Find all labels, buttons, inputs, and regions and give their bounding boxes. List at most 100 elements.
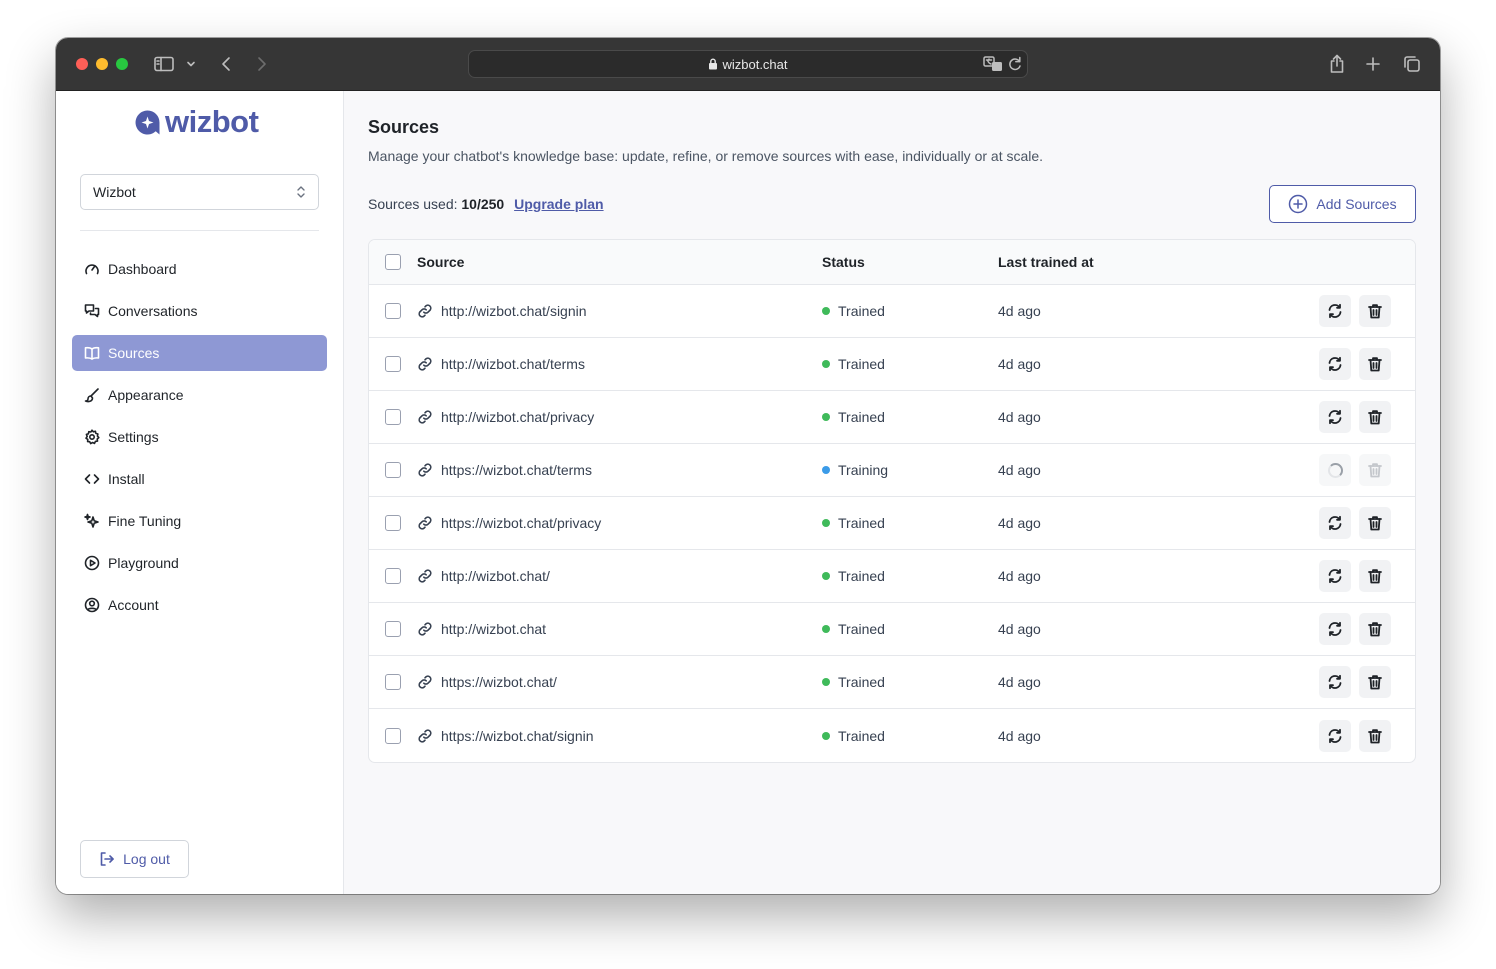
table-row: https://wizbot.chat/signin Trained 4d ag…: [369, 709, 1415, 762]
header-status: Status: [822, 254, 865, 270]
sidebar-item-fine-tuning[interactable]: Fine Tuning: [72, 503, 327, 539]
delete-button[interactable]: [1359, 613, 1391, 645]
delete-button[interactable]: [1359, 348, 1391, 380]
table-row: https://wizbot.chat/terms Training 4d ag…: [369, 444, 1415, 497]
status-text: Trained: [838, 727, 885, 744]
source-url[interactable]: https://wizbot.chat/signin: [441, 728, 594, 744]
retrain-button[interactable]: [1319, 666, 1351, 698]
forward-icon[interactable]: [252, 52, 272, 76]
select-all-checkbox[interactable]: [385, 254, 401, 270]
sidebar-item-sources[interactable]: Sources: [72, 335, 327, 371]
source-url[interactable]: http://wizbot.chat/: [441, 568, 550, 584]
add-sources-label: Add Sources: [1316, 196, 1397, 212]
status-dot: [822, 307, 830, 315]
retrain-button[interactable]: [1319, 401, 1351, 433]
delete-button[interactable]: [1359, 560, 1391, 592]
chevron-up-down-icon: [297, 186, 305, 198]
source-url[interactable]: http://wizbot.chat/signin: [441, 303, 587, 319]
row-checkbox[interactable]: [385, 462, 401, 478]
table-header: Source Status Last trained at: [369, 240, 1415, 285]
sidebar-item-label: Settings: [108, 429, 159, 445]
sidebar-item-appearance[interactable]: Appearance: [72, 377, 327, 413]
reload-icon[interactable]: [1007, 55, 1023, 78]
status-dot: [822, 413, 830, 421]
logout-button[interactable]: Log out: [80, 840, 189, 878]
status-text: Trained: [838, 515, 885, 531]
chevron-down-icon[interactable]: [184, 52, 198, 76]
delete-button[interactable]: [1359, 719, 1391, 752]
link-icon: [418, 410, 432, 424]
sidebar-item-label: Appearance: [108, 387, 184, 403]
sidebar-item-playground[interactable]: Playground: [72, 545, 327, 581]
sidebar-item-install[interactable]: Install: [72, 461, 327, 497]
source-url[interactable]: https://wizbot.chat/privacy: [441, 515, 601, 531]
address-bar[interactable]: wizbot.chat: [468, 50, 1028, 78]
header-last-trained: Last trained at: [998, 254, 1094, 270]
status-text: Training: [838, 462, 889, 478]
new-tab-icon[interactable]: [1362, 52, 1384, 76]
refresh-icon: [1328, 303, 1342, 319]
source-url[interactable]: https://wizbot.chat/terms: [441, 462, 592, 478]
play-circle-icon: [84, 555, 100, 571]
link-icon: [418, 569, 432, 583]
trash-icon: [1368, 622, 1382, 637]
trash-icon: [1368, 357, 1382, 372]
minimize-window-button[interactable]: [96, 58, 108, 70]
add-sources-button[interactable]: Add Sources: [1269, 185, 1416, 223]
row-checkbox[interactable]: [385, 356, 401, 372]
trash-icon: [1368, 569, 1382, 584]
translate-icon[interactable]: [983, 55, 1003, 78]
share-icon[interactable]: [1326, 52, 1348, 76]
row-checkbox[interactable]: [385, 674, 401, 690]
trash-icon: [1368, 516, 1382, 531]
row-checkbox[interactable]: [385, 409, 401, 425]
last-trained: 4d ago: [998, 674, 1041, 690]
delete-button[interactable]: [1359, 507, 1391, 539]
sidebar: wizbot Wizbot Dashboard Conversations So…: [56, 91, 344, 894]
delete-button[interactable]: [1359, 295, 1391, 327]
row-checkbox[interactable]: [385, 303, 401, 319]
source-url[interactable]: http://wizbot.chat: [441, 621, 546, 637]
status-text: Trained: [838, 409, 885, 425]
close-window-button[interactable]: [76, 58, 88, 70]
sidebar-toggle-icon[interactable]: [152, 52, 176, 76]
last-trained: 4d ago: [998, 462, 1041, 478]
brand-logo[interactable]: wizbot: [134, 104, 259, 139]
back-icon[interactable]: [216, 52, 236, 76]
delete-button[interactable]: [1359, 666, 1391, 698]
retrain-button[interactable]: [1319, 613, 1351, 645]
delete-button[interactable]: [1359, 401, 1391, 433]
retrain-button[interactable]: [1319, 348, 1351, 380]
plus-circle-icon: [1289, 194, 1308, 214]
main-content: Sources Manage your chatbot's knowledge …: [344, 91, 1440, 894]
retrain-button[interactable]: [1319, 560, 1351, 592]
sparkles-icon: [84, 513, 99, 528]
sidebar-item-account[interactable]: Account: [72, 587, 327, 623]
source-url[interactable]: https://wizbot.chat/: [441, 674, 557, 690]
source-url[interactable]: http://wizbot.chat/terms: [441, 356, 585, 372]
sidebar-item-dashboard[interactable]: Dashboard: [72, 251, 327, 287]
link-icon: [418, 463, 432, 477]
retrain-button[interactable]: [1319, 719, 1351, 752]
last-trained: 4d ago: [998, 515, 1041, 531]
usage-label: Sources used:: [368, 196, 458, 212]
tab-overview-icon[interactable]: [1400, 52, 1424, 76]
zoom-window-button[interactable]: [116, 58, 128, 70]
sidebar-item-settings[interactable]: Settings: [72, 419, 327, 455]
retrain-button[interactable]: [1319, 507, 1351, 539]
brand-name: wizbot: [165, 104, 259, 139]
refresh-icon: [1328, 674, 1342, 690]
row-checkbox[interactable]: [385, 621, 401, 637]
sidebar-item-label: Account: [108, 597, 159, 613]
bot-selector[interactable]: Wizbot: [80, 174, 319, 210]
upgrade-plan-link[interactable]: Upgrade plan: [514, 196, 603, 212]
source-url[interactable]: http://wizbot.chat/privacy: [441, 409, 594, 425]
retrain-button[interactable]: [1319, 295, 1351, 327]
status-text: Trained: [838, 674, 885, 690]
row-checkbox[interactable]: [385, 727, 401, 744]
sidebar-item-conversations[interactable]: Conversations: [72, 293, 327, 329]
logout-label: Log out: [123, 851, 170, 867]
row-checkbox[interactable]: [385, 515, 401, 531]
row-checkbox[interactable]: [385, 568, 401, 584]
last-trained: 4d ago: [998, 568, 1041, 584]
